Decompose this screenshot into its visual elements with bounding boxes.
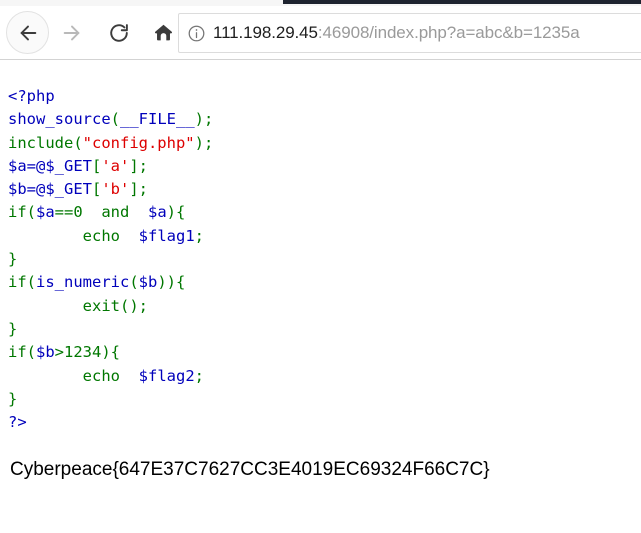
code-line-7-end: ; [194, 226, 204, 245]
code-line-3-end: ); [194, 133, 214, 152]
code-line-4-var: $a=@$_GET [8, 156, 92, 175]
code-line-7-kw: echo [82, 226, 139, 245]
browser-window: 111.198.29.45:46908/index.php?a=abc&b=12… [0, 0, 641, 533]
navigation-buttons [0, 6, 185, 59]
home-icon [153, 22, 174, 43]
code-line-8: } [8, 250, 18, 269]
reload-icon [108, 22, 130, 44]
code-line-7-var: $flag1 [138, 226, 195, 245]
code-line-9-p1: ( [129, 273, 139, 292]
code-line-2-end: ); [194, 110, 214, 129]
code-line-4-br1: [ [92, 156, 102, 175]
code-line-1: <?php [8, 87, 55, 105]
forward-button[interactable] [50, 11, 93, 54]
arrow-left-icon [17, 22, 39, 44]
code-line-2-const: __FILE__ [120, 110, 195, 129]
code-line-12-var: $b [36, 343, 55, 362]
php-source-code: <?php show_source(__FILE__); include("co… [0, 61, 641, 434]
url-host: 111.198.29.45 [213, 23, 318, 42]
arrow-right-icon [61, 22, 83, 44]
browser-toolbar: 111.198.29.45:46908/index.php?a=abc&b=12… [0, 6, 641, 60]
address-bar[interactable]: 111.198.29.45:46908/index.php?a=abc&b=12… [178, 13, 641, 53]
code-line-2-fn: show_source [8, 110, 111, 129]
code-line-6-kw: if( [8, 203, 36, 222]
page-content: <?php show_source(__FILE__); include("co… [0, 61, 641, 533]
tab-strip-background [283, 0, 641, 4]
code-line-6-v1: $a [36, 203, 55, 222]
reload-button[interactable] [97, 11, 140, 54]
code-line-15: ?> [8, 413, 27, 432]
code-line-10: exit(); [82, 296, 148, 315]
flag-output: Cyberpeace{647E37C7627CC3E4019EC69324F66… [10, 459, 490, 480]
info-circle-icon[interactable] [179, 14, 213, 52]
code-line-4-str: 'a' [101, 156, 130, 175]
code-line-9-end: )){ [157, 273, 186, 292]
code-line-11: } [8, 319, 18, 338]
code-line-14: } [8, 389, 18, 408]
code-line-3-str: "config.php" [82, 133, 195, 152]
code-line-5-br1: [ [92, 180, 102, 199]
code-line-13-var: $flag2 [138, 366, 195, 385]
address-bar-url[interactable]: 111.198.29.45:46908/index.php?a=abc&b=12… [213, 23, 580, 43]
code-line-9-kw: if( [8, 273, 36, 292]
code-line-5-var: $b=@$_GET [8, 180, 92, 199]
code-line-4-end: ]; [129, 156, 149, 175]
code-line-12-op: >1234){ [54, 343, 120, 362]
code-line-2-punct: ( [110, 110, 120, 129]
code-line-5-end: ]; [129, 180, 149, 199]
back-button[interactable] [6, 11, 49, 54]
code-line-5-str: 'b' [101, 180, 130, 199]
code-line-6-v2: $a [148, 203, 167, 222]
code-line-3-kw: include( [8, 133, 83, 152]
code-line-9-var: $b [138, 273, 158, 292]
code-line-6-op: ==0 and [54, 203, 148, 222]
url-path: :46908/index.php?a=abc&b=1235a [317, 23, 580, 42]
code-line-9-fn: is_numeric [36, 273, 130, 292]
code-line-13-end: ; [194, 366, 204, 385]
code-line-13-kw: echo [82, 366, 139, 385]
code-line-6-end: ){ [166, 203, 186, 222]
code-line-12-kw: if( [8, 343, 36, 362]
